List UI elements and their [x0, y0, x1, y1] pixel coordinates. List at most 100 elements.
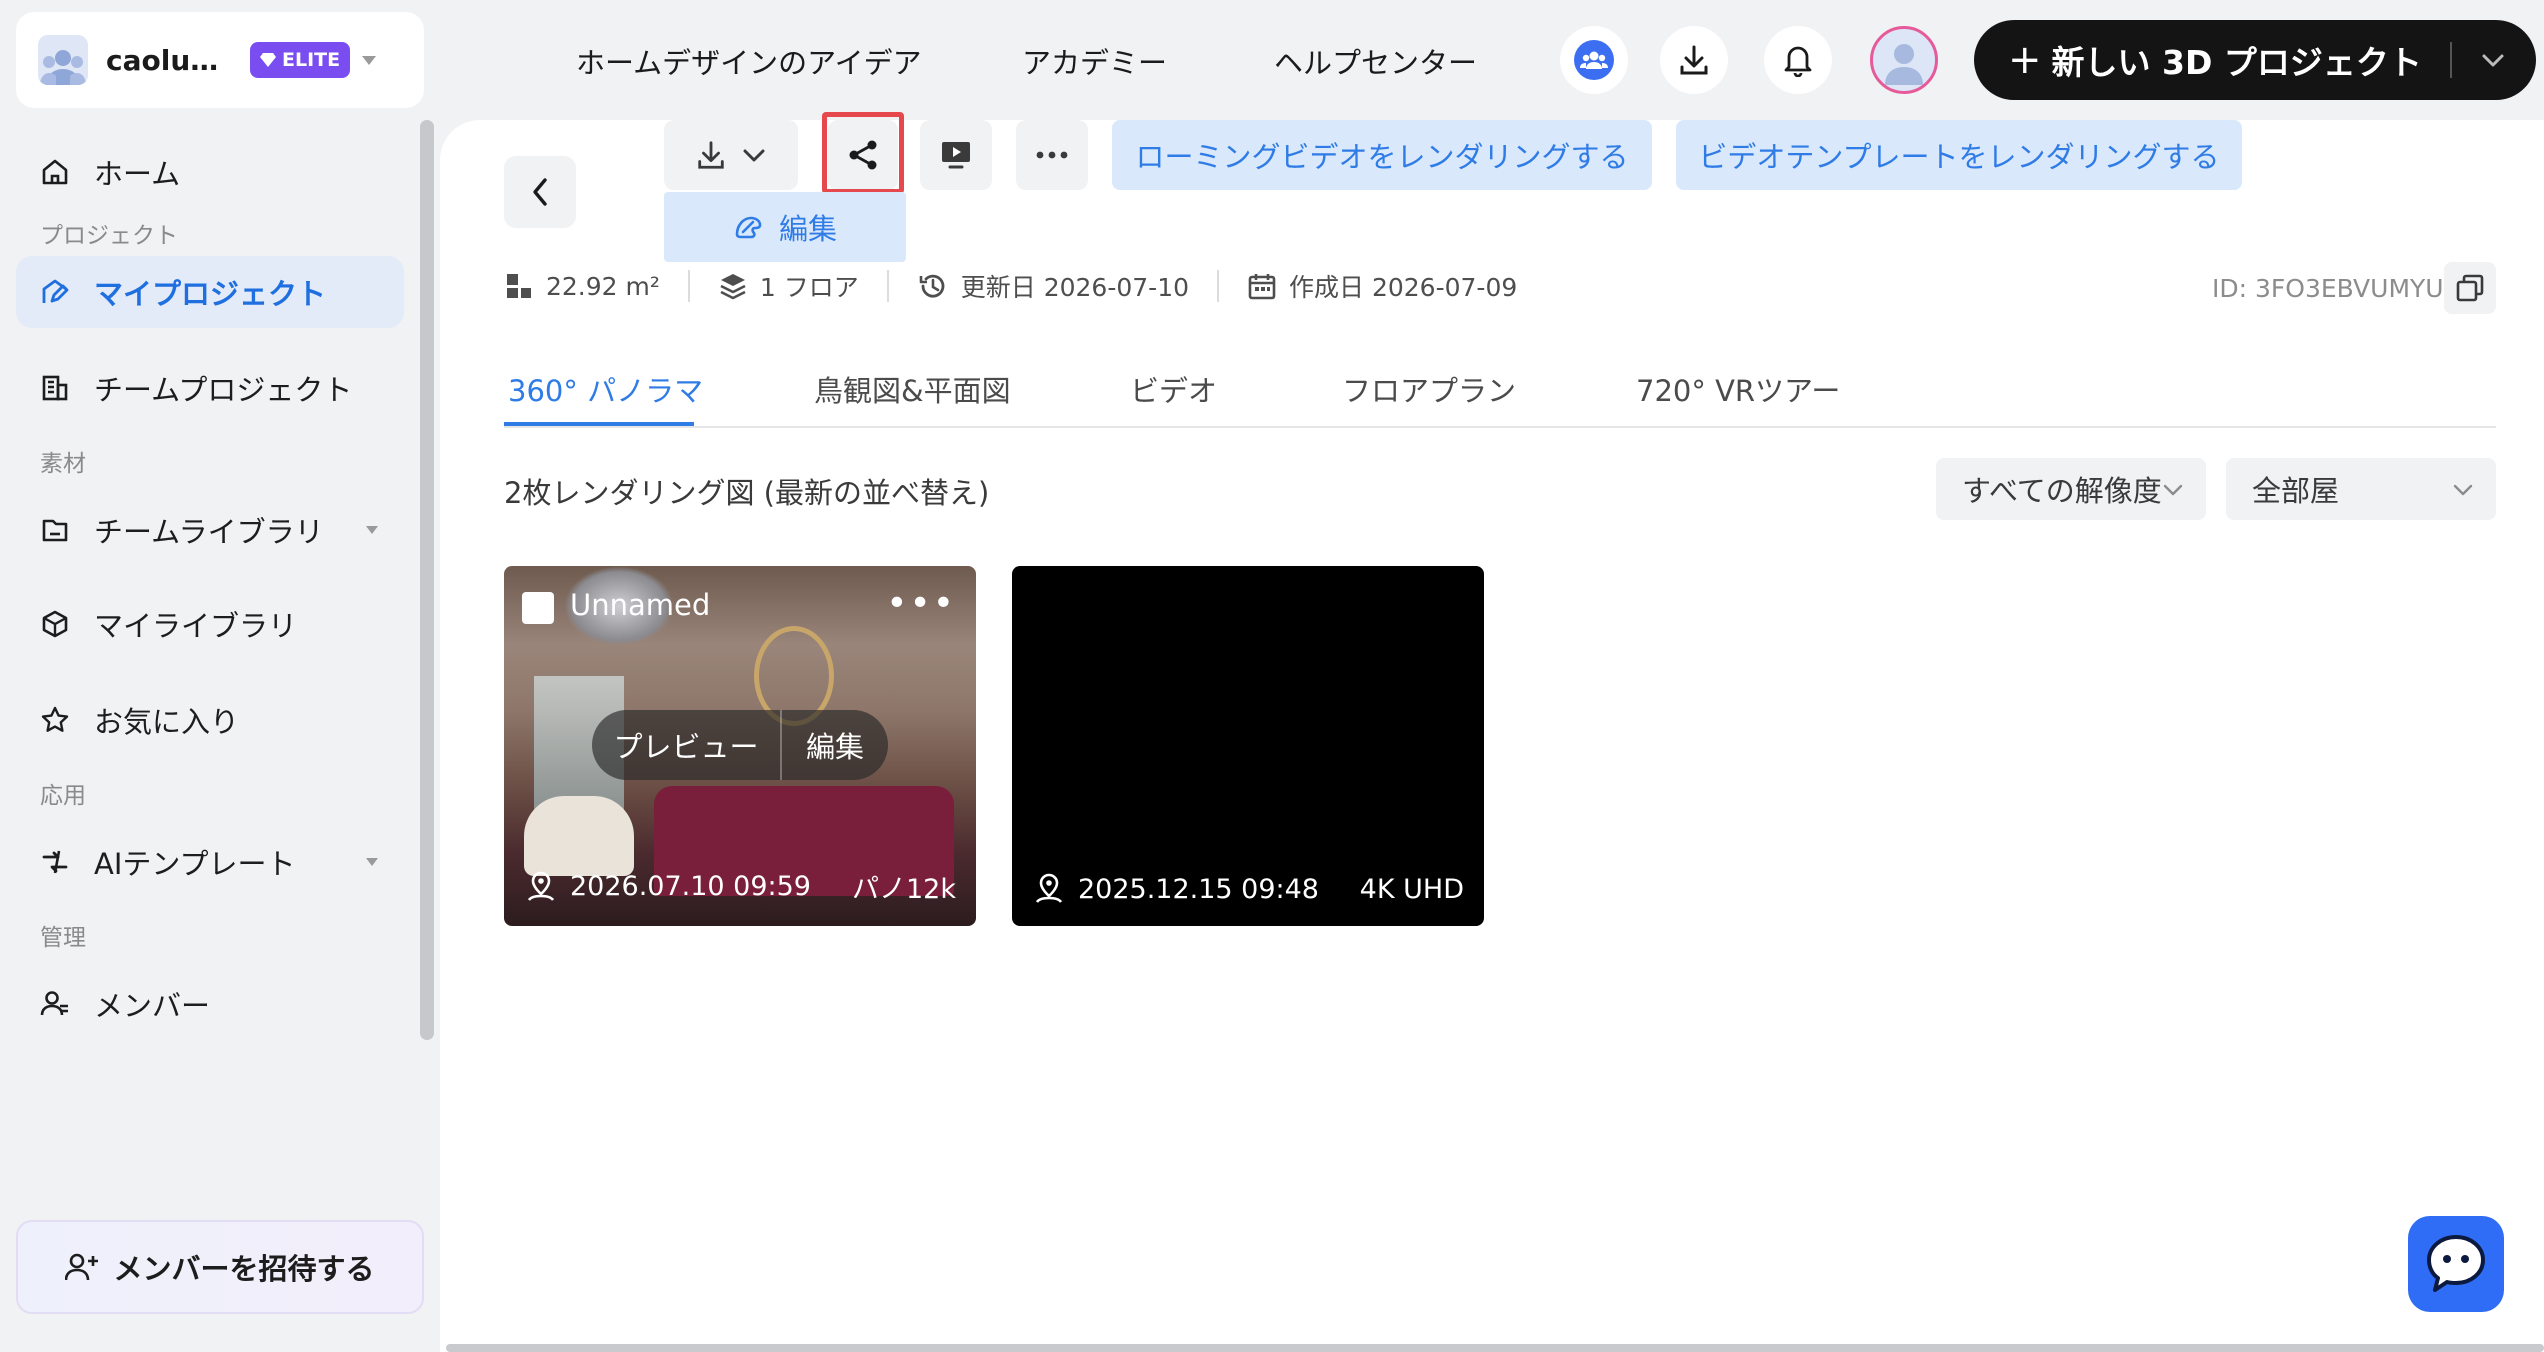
nav-link-help-center[interactable]: ヘルプセンター	[1274, 40, 1477, 82]
card-resolution: パノ12k	[852, 874, 956, 905]
card-more-icon[interactable]: •••	[886, 586, 956, 622]
chevron-down-icon[interactable]	[2480, 46, 2506, 74]
ai-template-icon	[38, 845, 72, 879]
project-meta: 22.92 m² 1 フロア 更新日 2026-07-10 作成日 2026-0…	[504, 266, 1517, 306]
meta-updated: 更新日 2026-07-10	[917, 268, 1189, 304]
sidebar-item-label: AIテンプレート	[94, 847, 296, 881]
copy-id-button[interactable]	[2444, 262, 2496, 314]
elite-badge-label: ELITE	[282, 49, 341, 71]
card-title: Unnamed	[570, 588, 711, 622]
project-edit-icon	[38, 275, 72, 309]
team-dropdown-icon	[362, 55, 377, 65]
sidebar-item-team-projects[interactable]: チームプロジェクト	[16, 352, 404, 424]
edit-palette-icon	[735, 216, 762, 239]
more-actions-button[interactable]	[1016, 120, 1088, 190]
sidebar-item-label: マイプロジェクト	[94, 277, 327, 311]
button-divider	[2450, 42, 2452, 78]
meta-floors: 1 フロア	[718, 268, 859, 304]
user-avatar[interactable]	[1870, 26, 1938, 94]
preview-button[interactable]: プレビュー	[592, 724, 780, 766]
sidebar-item-team-library[interactable]: チームライブラリ	[16, 494, 404, 566]
room-filter[interactable]: 全部屋	[2226, 458, 2496, 520]
resolution-filter-value: すべての解像度	[1962, 474, 2162, 508]
expand-caret-icon	[366, 858, 378, 866]
render-card[interactable]: Unnamed ••• プレビュー 編集 2026.07.10 09:59 パノ…	[504, 566, 976, 926]
sidebar-scrollbar[interactable]	[420, 120, 434, 1040]
chat-bubble-icon	[2427, 1235, 2485, 1292]
team-switcher[interactable]: caoluoyi… ELITE	[16, 12, 424, 108]
tab-floor-plan[interactable]: フロアプラン	[1342, 368, 1516, 410]
render-count: 2枚レンダリング図 (最新の並べ替え)	[504, 476, 990, 510]
sidebar-item-favorites[interactable]: お気に入り	[16, 684, 404, 756]
card-resolution: 4K UHD	[1359, 873, 1464, 905]
render-video-template-button[interactable]: ビデオテンプレートをレンダリングする	[1676, 120, 2242, 190]
top-nav: ホームデザインのアイデア アカデミー ヘルプセンター + 新しい 3D プロジェ…	[440, 0, 2544, 120]
room-image-chair	[524, 796, 634, 876]
sidebar-item-home[interactable]: ホーム	[16, 136, 404, 208]
tab-360-panorama[interactable]: 360° パノラマ	[508, 368, 703, 410]
back-button[interactable]	[504, 156, 576, 228]
meta-created-value: 作成日 2026-07-09	[1289, 273, 1518, 302]
meta-divider	[1217, 270, 1220, 302]
sidebar-item-label: メンバー	[94, 989, 211, 1023]
tab-aerial-floor[interactable]: 鳥観図&平面図	[814, 368, 1011, 410]
meta-created: 作成日 2026-07-09	[1247, 268, 1517, 304]
card-footer: 2025.12.15 09:48 4K UHD	[1032, 872, 1464, 906]
nav-link-design-ideas[interactable]: ホームデザインのアイデア	[576, 40, 922, 82]
present-button[interactable]	[920, 120, 992, 190]
diamond-icon	[260, 53, 276, 67]
render-tabs: 360° パノラマ 鳥観図&平面図 ビデオ フロアプラン 720° VRツアー	[504, 362, 2496, 428]
horizontal-scrollbar[interactable]	[446, 1344, 2544, 1352]
tab-720-vr-tour[interactable]: 720° VRツアー	[1636, 368, 1840, 410]
sidebar-item-members[interactable]: メンバー	[16, 968, 404, 1040]
sidebar-item-my-library[interactable]: マイライブラリ	[16, 588, 404, 660]
bell-icon	[1784, 46, 1812, 77]
download-button[interactable]	[1660, 26, 1728, 94]
render-roaming-video-button[interactable]: ローミングビデオをレンダリングする	[1112, 120, 1652, 190]
render-card[interactable]: 2025.12.15 09:48 4K UHD	[1012, 566, 1484, 926]
sidebar-section-manage: 管理	[40, 925, 86, 951]
resolution-filter[interactable]: すべての解像度	[1936, 458, 2206, 520]
elite-badge: ELITE	[250, 42, 351, 78]
invite-members-button[interactable]: メンバーを招待する	[16, 1220, 424, 1314]
invite-members-label: メンバーを招待する	[113, 1252, 375, 1286]
sidebar-item-my-projects[interactable]: マイプロジェクト	[16, 256, 404, 328]
new-3d-project-button[interactable]: + 新しい 3D プロジェクト	[1974, 20, 2536, 100]
card-date: 2026.07.10 09:59	[570, 871, 811, 902]
project-id: ID: 3FO3EBVUMYU7	[2212, 274, 2460, 303]
nav-link-academy[interactable]: アカデミー	[1022, 40, 1167, 82]
copy-icon	[2456, 274, 2484, 302]
card-hover-actions: プレビュー 編集	[592, 710, 888, 780]
more-horizontal-icon	[1036, 151, 1068, 159]
sidebar-item-ai-templates[interactable]: AIテンプレート	[16, 826, 404, 898]
meta-divider	[886, 270, 889, 302]
sidebar-section-apply: 応用	[40, 783, 86, 809]
community-icon	[1574, 40, 1614, 80]
chat-support-button[interactable]	[2408, 1216, 2504, 1312]
team-name: caoluoyi…	[106, 43, 236, 77]
location-pin-icon	[527, 871, 555, 901]
history-icon	[919, 274, 945, 298]
download-icon	[698, 141, 724, 169]
community-button[interactable]	[1560, 26, 1628, 94]
chevron-down-icon	[743, 149, 765, 162]
user-icon	[1885, 44, 1923, 85]
room-filter-value: 全部屋	[2252, 474, 2340, 508]
card-edit-button[interactable]: 編集	[782, 724, 888, 766]
chevron-left-icon	[533, 178, 547, 206]
folder-icon	[38, 513, 72, 547]
location-pin-icon	[1035, 873, 1063, 903]
star-icon	[38, 703, 72, 737]
sidebar-section-project: プロジェクト	[40, 223, 178, 249]
tab-video[interactable]: ビデオ	[1130, 368, 1217, 410]
card-date: 2025.12.15 09:48	[1078, 873, 1319, 905]
download-menu-button[interactable]	[664, 120, 798, 190]
sidebar-item-label: チームライブラリ	[94, 515, 324, 549]
sidebar: caoluoyi… ELITE ホーム プロジェクト マイプロジェクト チームプ…	[0, 0, 440, 1352]
sidebar-item-label: お気に入り	[94, 705, 240, 739]
notifications-button[interactable]	[1764, 26, 1832, 94]
edit-button[interactable]: 編集	[664, 192, 906, 262]
layers-icon	[720, 274, 746, 300]
card-select-checkbox[interactable]	[522, 592, 554, 624]
download-icon	[1680, 45, 1708, 75]
